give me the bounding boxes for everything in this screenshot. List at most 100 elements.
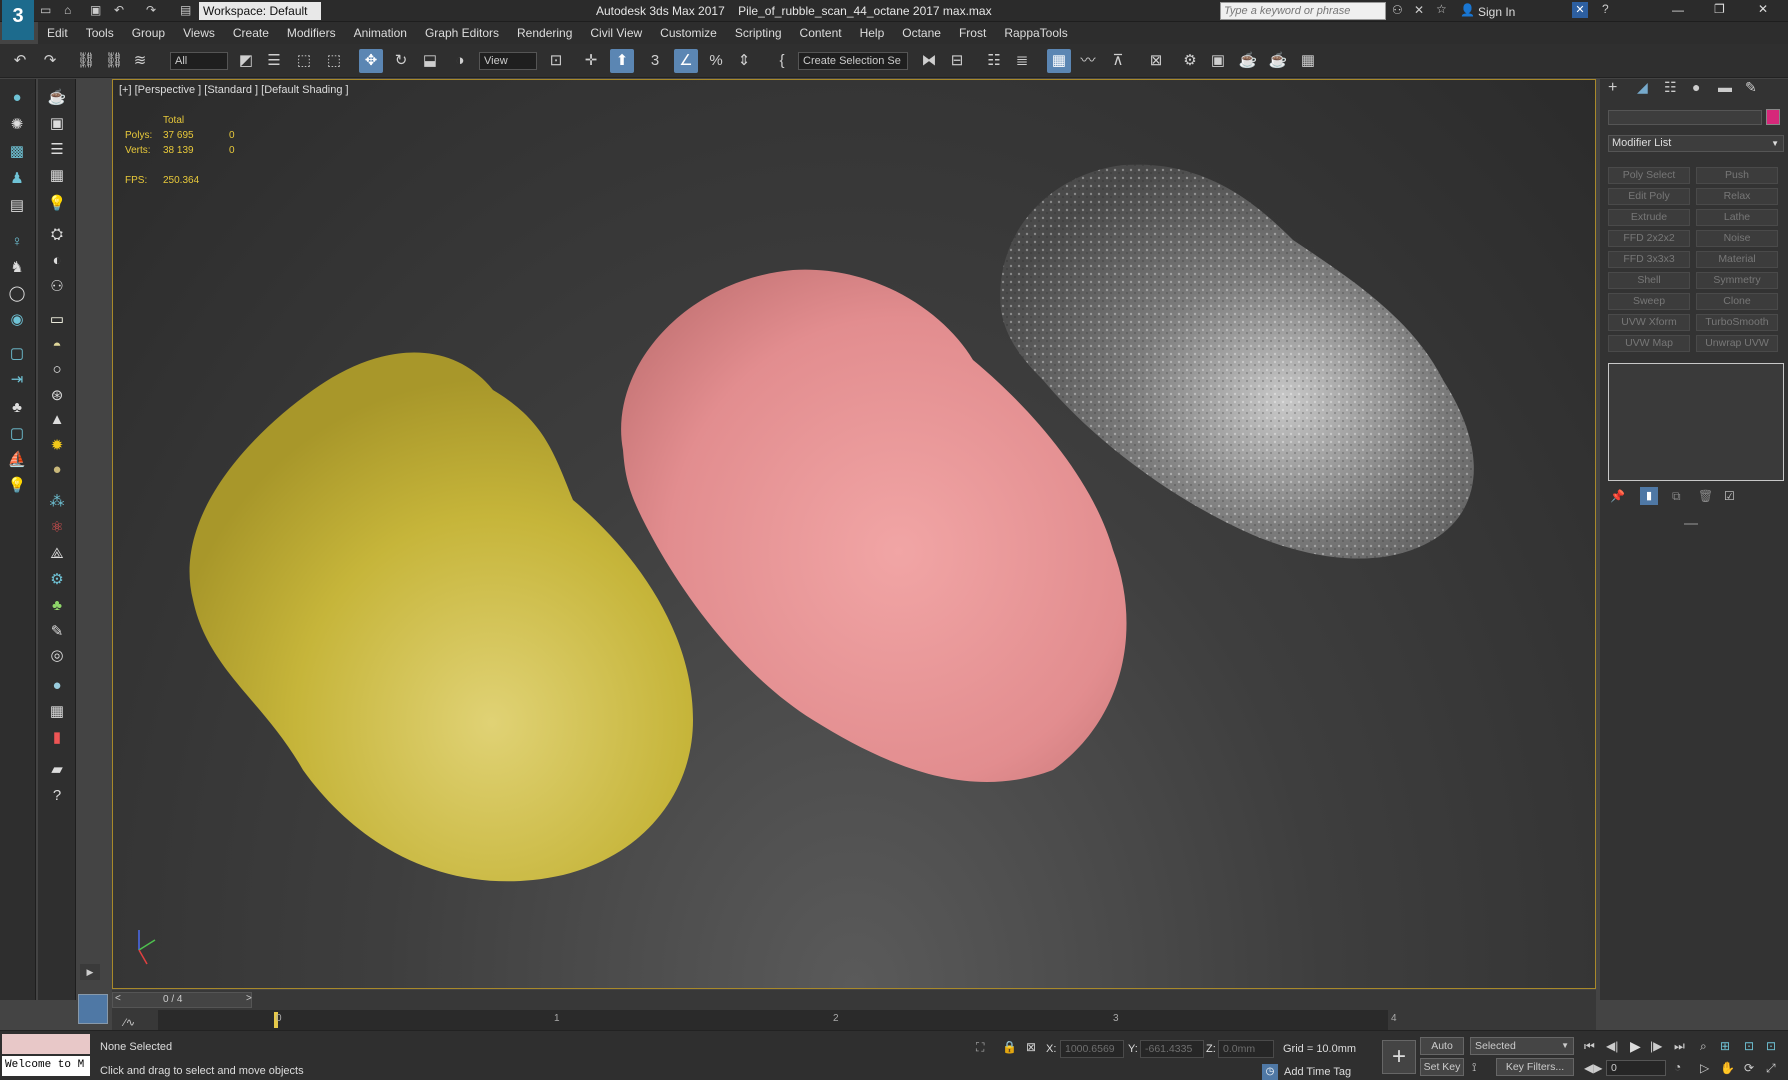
menu-modifiers[interactable]: Modifiers [278,22,345,44]
menu-graph-editors[interactable]: Graph Editors [416,22,508,44]
teleport-icon[interactable]: ⇥ [6,369,28,391]
sun-icon[interactable]: ✺ [6,114,28,136]
object-color-swatch[interactable] [1766,109,1780,125]
modifier-sweep[interactable]: Sweep [1608,293,1690,310]
rendered-frame-icon[interactable]: ▣ [1206,49,1230,73]
box-icon[interactable]: ▢ [6,343,28,365]
modifier-material[interactable]: Material [1696,251,1778,268]
modifier-ffd-2x2x2[interactable]: FFD 2x2x2 [1608,230,1690,247]
list-icon[interactable]: ☰ [46,139,68,161]
set-key-big-icon[interactable]: + [1382,1040,1416,1074]
frame-icon[interactable]: ▢ [6,423,28,445]
remove-modifier-icon[interactable]: 🗑 [1698,489,1713,503]
set-key-button[interactable]: Set Key [1420,1058,1464,1076]
particles-icon[interactable]: ⁂ [46,491,68,513]
box-map-icon[interactable]: ▦ [46,701,68,723]
pyramid-icon[interactable]: ⟁ [46,543,68,565]
expand-left-arrow-icon[interactable]: ▶ [80,964,100,980]
menu-scripting[interactable]: Scripting [726,22,791,44]
add-time-tag[interactable]: Add Time Tag [1284,1066,1351,1078]
menu-content[interactable]: Content [791,22,851,44]
modifier-symmetry[interactable]: Symmetry [1696,272,1778,289]
edit-named-selection-icon[interactable]: { [770,49,794,73]
zoom-icon[interactable]: ⌕ [1700,1039,1707,1054]
mirror-icon[interactable]: ⧓ [917,49,941,73]
populate-icon[interactable]: ♟ [6,168,28,190]
next-frame-arrow-icon[interactable]: > [246,993,252,1004]
render-setup-icon[interactable]: ⚙ [1178,49,1202,73]
key-mode-toggle-icon[interactable]: ◀▶ [1584,1061,1602,1075]
prev-frame-arrow-icon[interactable]: < [115,993,121,1004]
z-coord-field[interactable]: 0.0mm [1218,1040,1274,1058]
render-grid-icon[interactable]: ▦ [1296,49,1320,73]
tools-icon[interactable]: ✕ [1414,3,1424,17]
menu-edit[interactable]: Edit [38,22,77,44]
align-icon[interactable]: ⊟ [945,49,969,73]
manipulate-icon[interactable]: ✛ [579,49,603,73]
camera-icon[interactable]: ▩ [6,141,28,163]
modifier-lathe[interactable]: Lathe [1696,209,1778,226]
lock-selection-icon[interactable]: 🔒 [1002,1040,1017,1054]
maximize-button[interactable]: ❐ [1714,2,1725,16]
menu-rendering[interactable]: Rendering [508,22,581,44]
configure-modifier-sets-icon[interactable]: ☑ [1724,489,1735,503]
select-object-icon[interactable]: ◩ [234,49,258,73]
keyboard-shortcut-override-icon[interactable]: ⬆ [610,49,634,73]
select-by-name-icon[interactable]: ☰ [262,49,286,73]
window-crossing-icon[interactable]: ⬚ [322,49,346,73]
dome-icon[interactable]: ◓ [46,335,68,357]
menu-create[interactable]: Create [224,22,278,44]
grass-icon[interactable]: ♣ [46,595,68,617]
angle-snap-icon[interactable]: ∠ [674,49,698,73]
blob-icon[interactable]: ◉ [6,309,28,331]
menu-frost[interactable]: Frost [950,22,995,44]
bind-space-warp-icon[interactable]: ≋ [128,49,152,73]
snaps-toggle-icon[interactable]: 3 [643,49,667,73]
plane-icon[interactable]: ▭ [46,309,68,331]
placement-icon[interactable]: ◑ [448,49,472,73]
question-icon[interactable]: ? [46,785,68,807]
new-file-icon[interactable]: ▭ [40,3,51,17]
key-mode-icon[interactable]: ⟟ [1472,1060,1476,1075]
pan-view-icon[interactable]: ✋ [1720,1061,1735,1075]
play-icon[interactable]: ▶ [1630,1038,1641,1055]
figure-icon[interactable]: ♀ [6,231,28,253]
isolate-selection-icon[interactable]: ⛶ [976,1040,984,1055]
undo-icon[interactable]: ↶ [8,49,32,73]
redo-icon[interactable]: ↷ [38,49,62,73]
auto-key-button[interactable]: Auto Key [1420,1037,1464,1068]
app-logo[interactable]: 3 [2,0,34,40]
cone-icon[interactable]: ▲ [46,409,68,431]
menu-help[interactable]: Help [851,22,894,44]
sun-light-icon[interactable]: ✹ [46,435,68,457]
panel-icon[interactable]: ▤ [6,195,28,217]
help-icon[interactable]: ? [1602,2,1609,16]
undo-quick-icon[interactable]: ↶ [114,3,124,17]
zoom-extents-all-icon[interactable]: ⊡ [1766,1039,1776,1053]
render-iterative-icon[interactable]: ☕ [1266,49,1290,73]
yellow-rubble-object[interactable] [189,352,693,882]
reference-coord-dropdown[interactable]: View [479,52,537,70]
teapot-icon[interactable]: ☕ [46,87,68,109]
time-slider[interactable]: < 0 / 4 [112,992,252,1008]
selection-filter-dropdown[interactable]: All [170,52,228,70]
link-icon[interactable]: ⛓ [74,49,98,73]
x-exchange-icon[interactable]: ✕ [1572,2,1588,18]
menu-views[interactable]: Views [174,22,224,44]
user-icon[interactable]: 👤 [1460,3,1475,17]
curve-editor-icon[interactable]: 〰 [1076,49,1100,73]
film-strip-icon[interactable]: ▮ [46,727,68,749]
person-icon[interactable]: ♞ [6,257,28,279]
search-input[interactable]: Type a keyword or phrase [1220,2,1386,20]
modifier-extrude[interactable]: Extrude [1608,209,1690,226]
camera-rig-icon[interactable]: ⛭ [46,224,68,246]
pivot-center-icon[interactable]: ⊡ [544,49,568,73]
sign-in-link[interactable]: Sign In [1478,5,1515,19]
menu-civil-view[interactable]: Civil View [581,22,651,44]
render-production-icon[interactable]: ☕ [1236,49,1260,73]
create-light-icon[interactable]: ● [6,87,28,109]
open-file-icon[interactable]: ⌂ [64,3,71,17]
maxscript-listener-icon[interactable] [78,994,108,1024]
paint-icon[interactable]: ▰ [46,759,68,781]
project-folder-icon[interactable]: ▤ [180,3,191,17]
